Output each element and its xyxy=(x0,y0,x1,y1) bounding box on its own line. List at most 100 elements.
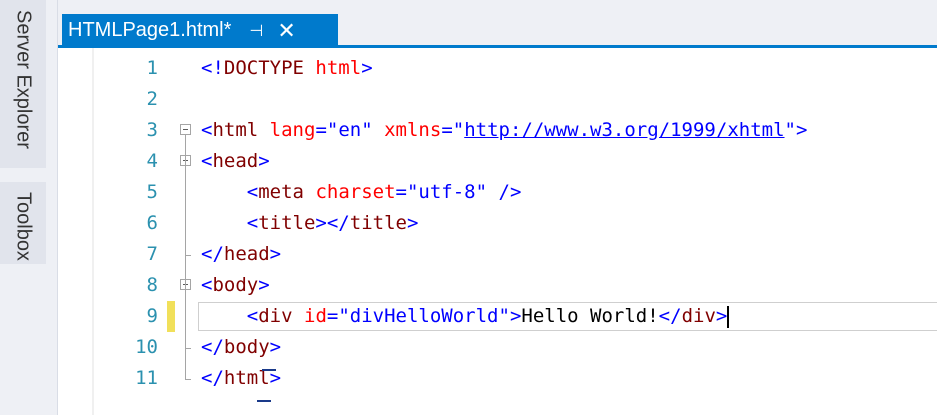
code-token: "divHelloWorld" xyxy=(338,305,510,327)
code-line[interactable]: 4 <head> xyxy=(94,146,937,177)
code-token: > xyxy=(715,305,728,327)
unsaved-change-marker xyxy=(167,301,175,332)
code-line[interactable]: 10 </body> xyxy=(94,332,937,363)
code-text: </head> xyxy=(201,239,281,270)
code-text: </html> xyxy=(201,363,281,394)
code-token: xmlns xyxy=(384,119,442,141)
code-text: <head> xyxy=(201,146,270,177)
code-token: </ xyxy=(201,367,224,389)
toolbox-label: Toolbox xyxy=(12,192,35,261)
fold-guide-line xyxy=(185,166,186,255)
code-token: html xyxy=(212,119,259,141)
code-token: " xyxy=(452,119,465,141)
code-token: = xyxy=(441,119,453,141)
code-token: </ xyxy=(201,336,224,358)
code-token: > xyxy=(269,243,282,265)
code-line[interactable]: 9 <div id="divHelloWorld">Hello World!</… xyxy=(94,301,937,332)
code-text: <html lang="en" xmlns="http://www.w3.org… xyxy=(201,115,807,146)
code-token: < xyxy=(201,274,213,296)
code-token: < xyxy=(201,119,213,141)
code-token: charset xyxy=(315,181,396,203)
line-number: 6 xyxy=(146,212,158,234)
line-number: 4 xyxy=(146,150,158,172)
brace-match-marker xyxy=(257,400,271,402)
collapse-toggle-icon[interactable] xyxy=(180,124,191,135)
code-token: title xyxy=(349,212,407,234)
code-token: </ xyxy=(658,305,682,327)
code-token: head xyxy=(223,243,270,265)
code-text: <title></title> xyxy=(201,208,419,239)
code-token: > xyxy=(795,119,808,141)
code-token: = xyxy=(315,119,327,141)
code-token: ></ xyxy=(315,212,350,234)
code-token: > xyxy=(361,57,373,79)
code-token: <! xyxy=(201,57,224,79)
code-token: id xyxy=(304,305,327,327)
code-line[interactable]: 6 <title></title> xyxy=(94,208,937,239)
code-token: > xyxy=(406,212,419,234)
server-explorer-label: Server Explorer xyxy=(12,10,35,149)
close-icon[interactable]: ✕ xyxy=(277,19,295,42)
code-token: </ xyxy=(201,243,224,265)
code-token: lang xyxy=(269,119,316,141)
server-explorer-tab[interactable]: Server Explorer xyxy=(0,0,46,168)
code-token: DOCTYPE xyxy=(223,57,304,79)
code-token: < xyxy=(246,305,259,327)
code-editor[interactable]: 1 <!DOCTYPE html> 2 3 <html lang="en" xmlns=… xyxy=(94,48,937,415)
pin-icon[interactable]: ⊣ xyxy=(249,21,263,41)
code-line[interactable]: 5 <meta charset="utf-8" /> xyxy=(94,177,937,208)
code-token: div xyxy=(681,305,716,327)
code-token: html xyxy=(315,57,362,79)
toolbox-tab[interactable]: Toolbox xyxy=(0,182,46,264)
code-token: body xyxy=(223,336,270,358)
document-tab[interactable]: HTMLPage1.html* ⊣ ✕ xyxy=(62,14,338,47)
code-text: <div id="divHelloWorld">Hello World!</di… xyxy=(201,301,730,332)
code-line[interactable]: 2 xyxy=(94,84,937,115)
line-number: 3 xyxy=(146,119,158,141)
code-line[interactable]: 11 </html> xyxy=(94,363,937,394)
code-token: > xyxy=(509,305,522,327)
line-number: 5 xyxy=(146,181,158,203)
code-token: < xyxy=(246,181,259,203)
code-line[interactable]: 3 <html lang="en" xmlns="http://www.w3.or… xyxy=(94,115,937,146)
code-token: div xyxy=(258,305,293,327)
line-number: 9 xyxy=(146,305,158,327)
code-token: "en" xyxy=(326,119,373,141)
code-token: < xyxy=(246,212,259,234)
code-token: = xyxy=(395,181,407,203)
code-text: <meta charset="utf-8" /> xyxy=(201,177,522,208)
code-line[interactable]: 1 <!DOCTYPE html> xyxy=(94,53,937,84)
document-tab-strip: HTMLPage1.html* ⊣ ✕ xyxy=(58,0,937,47)
code-token: http://www.w3.org/1999/xhtml xyxy=(464,119,785,141)
code-text: <!DOCTYPE html> xyxy=(201,53,373,84)
line-number: 10 xyxy=(135,336,158,358)
code-token: head xyxy=(212,150,259,172)
code-token: > xyxy=(258,274,270,296)
fold-guide-line xyxy=(185,290,186,348)
line-number: 7 xyxy=(146,243,158,265)
code-text: <body> xyxy=(201,270,270,301)
tool-window-sidebar: Server Explorer Toolbox xyxy=(0,0,58,415)
code-line[interactable]: 7 </head> xyxy=(94,239,937,270)
fold-guide-end xyxy=(185,348,191,349)
code-line[interactable]: 8 <body> xyxy=(94,270,937,301)
brace-match-marker xyxy=(262,369,276,371)
line-number: 1 xyxy=(146,57,158,79)
code-token: < xyxy=(201,150,213,172)
line-number: 8 xyxy=(146,274,158,296)
code-token: " xyxy=(784,119,796,141)
code-token: meta xyxy=(258,181,304,203)
code-token: /> xyxy=(498,181,522,203)
line-number: 2 xyxy=(146,88,158,110)
line-number: 11 xyxy=(135,367,158,389)
code-token: = xyxy=(326,305,339,327)
code-token: "utf-8" xyxy=(406,181,488,203)
